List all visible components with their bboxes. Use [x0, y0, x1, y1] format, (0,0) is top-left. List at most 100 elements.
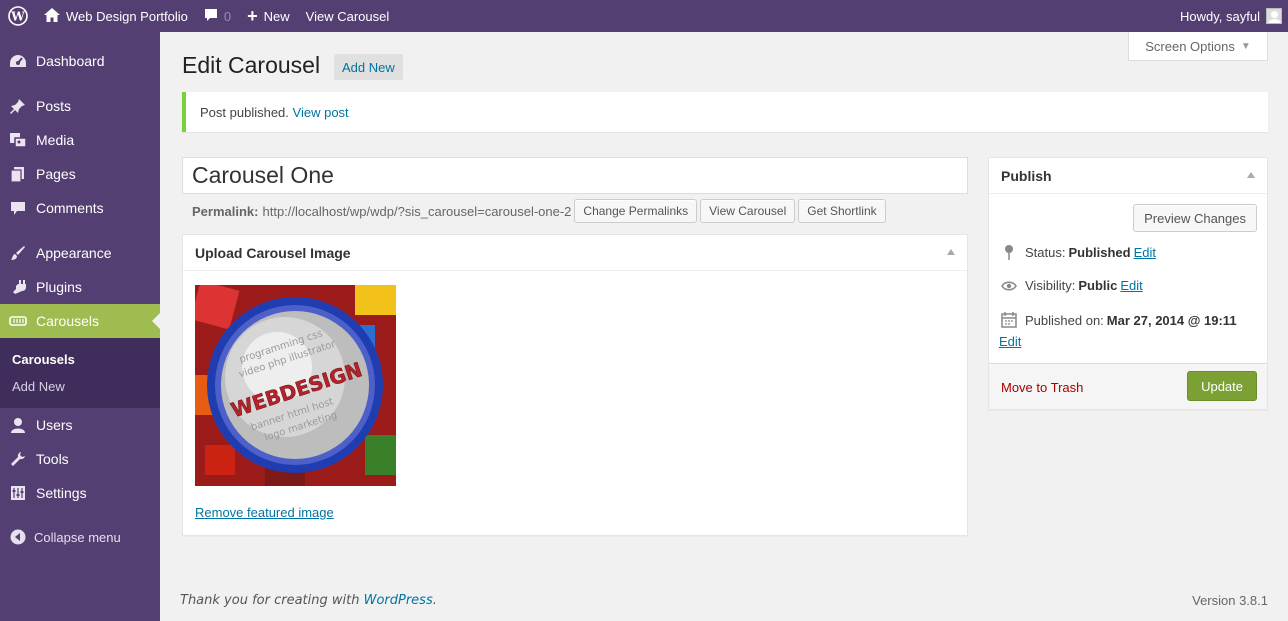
settings-icon	[0, 485, 36, 501]
admin-bar: W Web Design Portfolio 0 + New View Caro…	[0, 0, 1288, 32]
menu-label: Posts	[36, 98, 72, 114]
menu-item-comments[interactable]: Comments	[0, 191, 160, 225]
plus-icon: +	[247, 5, 258, 26]
new-label: New	[263, 8, 290, 24]
published-value: Mar 27, 2014 @ 19:11	[1106, 312, 1237, 328]
user-icon	[0, 417, 36, 433]
screen-options-label: Screen Options	[1145, 38, 1235, 54]
remove-featured-image-link[interactable]: Remove featured image	[195, 505, 334, 520]
site-name-link[interactable]: Web Design Portfolio	[36, 0, 196, 32]
menu-item-plugins[interactable]: Plugins	[0, 270, 160, 304]
publish-header[interactable]: Publish	[989, 158, 1267, 194]
menu-item-carousels[interactable]: Carousels	[0, 304, 160, 338]
submenu-add-new[interactable]: Add New	[12, 379, 65, 394]
avatar	[1266, 8, 1282, 24]
menu-item-users[interactable]: Users	[0, 408, 160, 442]
featured-image[interactable]: programming css video php illustrator ba…	[195, 285, 396, 486]
permalink-row: Permalink: http://localhost/wp/wdp/?sis_…	[192, 198, 886, 224]
collapse-toggle-icon[interactable]	[947, 249, 955, 255]
collapse-arrow-icon	[0, 529, 36, 545]
pin-icon	[999, 244, 1019, 260]
wordpress-link[interactable]: WordPress	[364, 593, 433, 608]
carousels-submenu: Carousels Add New	[0, 338, 160, 408]
home-icon	[44, 7, 60, 25]
notice-text: Post published.	[200, 104, 289, 120]
pages-icon	[0, 166, 36, 182]
menu-label: Pages	[36, 166, 76, 182]
move-to-trash-link[interactable]: Move to Trash	[1001, 380, 1083, 395]
status-label: Status:	[1025, 244, 1066, 260]
view-carousel-button[interactable]: View Carousel	[700, 199, 796, 223]
menu-label: Users	[36, 417, 73, 433]
page-title: Edit Carousel	[182, 52, 321, 78]
menu-label: Carousels	[36, 313, 100, 329]
chevron-down-icon: ▼	[1240, 40, 1251, 52]
view-post-link[interactable]: View post	[293, 105, 349, 120]
menu-label: Media	[36, 132, 75, 148]
wrench-icon	[0, 451, 36, 467]
status-row: Status: Published Edit	[999, 244, 1156, 260]
updated-notice: Post published. View post	[182, 92, 1268, 132]
permalink-label: Permalink:	[192, 203, 259, 219]
menu-item-media[interactable]: Media	[0, 123, 160, 157]
get-shortlink-button[interactable]: Get Shortlink	[798, 199, 886, 223]
collapse-menu-button[interactable]: Collapse menu	[0, 524, 160, 550]
edit-date-row: Edit	[999, 334, 1021, 349]
visibility-row: Visibility: Public Edit	[999, 278, 1143, 293]
plug-icon	[0, 279, 36, 295]
publish-box: Publish Preview Changes Status: Publishe…	[988, 157, 1268, 410]
admin-sidebar: Dashboard Posts Media Pages Comments App…	[0, 32, 160, 621]
footer-version: Version 3.8.1	[1192, 593, 1268, 608]
carousel-icon	[0, 315, 36, 327]
wordpress-logo-icon[interactable]: W	[0, 0, 36, 32]
footer-thanks: Thank you for creating with WordPress.	[180, 593, 437, 608]
new-content-link[interactable]: + New	[239, 0, 298, 32]
comments-link[interactable]: 0	[196, 0, 239, 32]
permalink-url[interactable]: http://localhost/wp/wdp/?sis_carousel=ca…	[262, 204, 571, 219]
edit-visibility-link[interactable]: Edit	[1120, 278, 1142, 293]
comments-count: 0	[223, 8, 232, 24]
add-new-button[interactable]: Add New	[334, 54, 403, 80]
pin-icon	[0, 98, 36, 114]
menu-label: Appearance	[36, 245, 112, 261]
preview-changes-button[interactable]: Preview Changes	[1133, 204, 1257, 232]
collapse-toggle-icon[interactable]	[1247, 172, 1255, 178]
thanks-text: Thank you for creating with	[180, 593, 360, 608]
postbox-header[interactable]: Upload Carousel Image	[183, 235, 967, 271]
menu-item-settings[interactable]: Settings	[0, 476, 160, 510]
menu-item-appearance[interactable]: Appearance	[0, 236, 160, 270]
postbox-title: Upload Carousel Image	[195, 244, 351, 261]
view-carousel-link[interactable]: View Carousel	[298, 0, 398, 32]
brush-icon	[0, 245, 36, 261]
change-permalinks-button[interactable]: Change Permalinks	[574, 199, 698, 223]
menu-item-tools[interactable]: Tools	[0, 442, 160, 476]
edit-status-link[interactable]: Edit	[1134, 245, 1156, 260]
menu-label: Dashboard	[36, 53, 105, 69]
status-value: Published	[1068, 244, 1131, 260]
menu-label: Settings	[36, 485, 87, 501]
screen-options-button[interactable]: Screen Options ▼	[1128, 32, 1268, 61]
menu-item-pages[interactable]: Pages	[0, 157, 160, 191]
published-on-row: Published on: Mar 27, 2014 @ 19:11	[999, 312, 1240, 328]
eye-icon	[999, 280, 1019, 292]
menu-label: Plugins	[36, 279, 82, 295]
dashboard-icon	[0, 54, 36, 68]
visibility-label: Visibility:	[1025, 278, 1076, 293]
collapse-label: Collapse menu	[34, 529, 121, 545]
post-title-input[interactable]: Carousel One	[182, 157, 968, 194]
menu-item-dashboard[interactable]: Dashboard	[0, 44, 160, 78]
svg-text:W: W	[10, 10, 25, 24]
menu-label: Comments	[36, 200, 104, 216]
howdy-text: Howdy, sayful	[1180, 8, 1260, 24]
menu-label: Tools	[36, 451, 69, 467]
upload-carousel-image-box: Upload Carousel Image programming css vi…	[182, 234, 968, 536]
published-label: Published on:	[1025, 312, 1104, 328]
my-account[interactable]: Howdy, sayful	[1180, 8, 1288, 24]
visibility-value: Public	[1078, 278, 1118, 293]
edit-date-link[interactable]: Edit	[999, 334, 1021, 349]
update-button[interactable]: Update	[1187, 371, 1257, 401]
menu-item-posts[interactable]: Posts	[0, 89, 160, 123]
site-name: Web Design Portfolio	[66, 8, 188, 24]
submenu-carousels[interactable]: Carousels	[12, 352, 75, 367]
comment-bubble-icon	[204, 8, 218, 25]
